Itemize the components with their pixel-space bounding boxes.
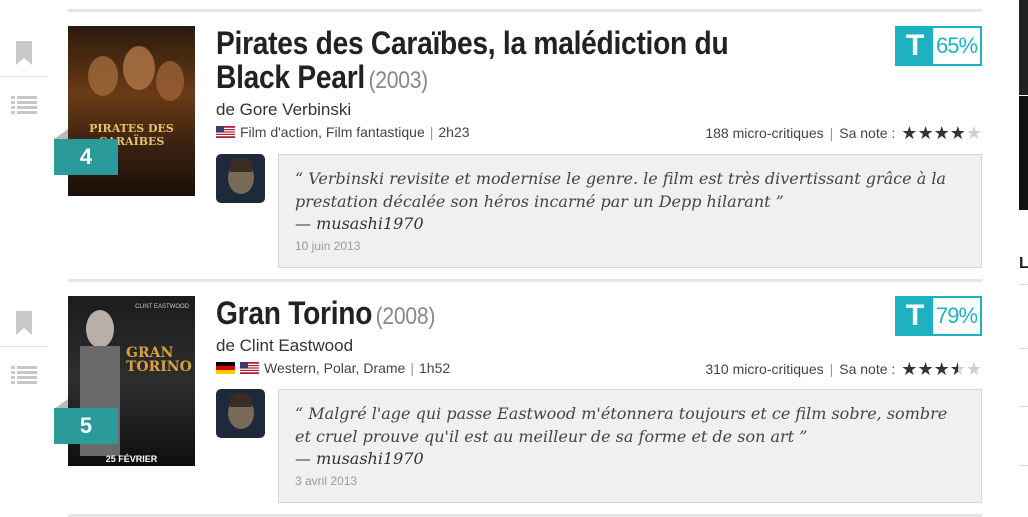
review-date: 3 avril 2013 [295,474,358,488]
list-icon[interactable] [0,88,48,122]
critiques-count[interactable]: 188 micro-critiques [705,125,823,141]
film-meta: Film d'action, Film fantastique | 2h23 [216,124,470,140]
film-stats: 188 micro-critiques | Sa note : ★ ★ ★ ★ ★ [705,123,982,143]
separator [68,9,982,12]
separator [68,279,982,282]
score-badge: T 65% [895,26,982,66]
review-author[interactable]: — musashi1970 [295,214,965,233]
rating-stars: ★ ★ ★ ★ ★ [901,123,982,143]
poster-top-text: CLINT EASTWOOD [135,304,189,310]
review-author[interactable]: — musashi1970 [295,449,965,468]
us-flag-icon [216,126,235,138]
rank-badge: 5 [54,408,118,444]
rank-badge-tip [54,129,68,139]
score-percent: 79% [935,303,978,328]
poster-title: GRAN TORINO [126,345,192,375]
us-flag-icon [240,362,259,374]
film-meta: Western, Polar, Drame | 1h52 [216,360,450,376]
critiques-count[interactable]: 310 micro-critiques [705,361,823,377]
film-year: (2003) [368,67,428,94]
score-badge: T 79% [895,296,982,336]
divider [0,346,48,347]
list-icon[interactable] [0,358,48,392]
score-letter: T [897,28,933,64]
review-quote: “ Malgré l'age qui passe Eastwood m'éton… [295,404,948,446]
film-stats: 310 micro-critiques | Sa note : ★ ★ ★ ★ ★ [705,359,982,379]
right-panel-image [1019,96,1028,210]
director-link[interactable]: Clint Eastwood [240,336,353,355]
poster-bottom-text: 25 FÉVRIER [105,454,158,464]
score-letter: T [897,298,933,334]
divider [0,76,48,77]
film-year: (2008) [375,303,436,330]
avatar[interactable] [216,154,265,203]
score-percent: 65% [935,33,978,58]
film-title[interactable]: Gran Torino (2008) [216,296,797,334]
review-date: 10 juin 2013 [295,239,361,253]
film-director: de Clint Eastwood [216,336,354,355]
rating-stars: ★ ★ ★ ★ ★ [901,359,982,379]
divider [1019,465,1028,466]
bookmark-icon[interactable] [0,36,48,70]
right-panel-image [1019,0,1028,95]
review-box: “ Malgré l'age qui passe Eastwood m'éton… [278,389,982,503]
film-director: de Gore Verbinski [216,100,352,119]
divider [1019,406,1028,407]
right-panel-letter: L [1019,255,1028,272]
review-quote: “ Verbinski revisite et modernise le gen… [295,169,946,211]
bookmark-icon[interactable] [0,306,48,340]
divider [1019,284,1028,285]
film-title[interactable]: Pirates des Caraïbes, la malédiction du … [216,26,797,98]
avatar[interactable] [216,389,265,438]
review-box: “ Verbinski revisite et modernise le gen… [278,154,982,268]
rank-badge: 4 [54,139,118,175]
divider [1019,348,1028,349]
de-flag-icon [216,362,235,374]
director-link[interactable]: Gore Verbinski [240,100,352,119]
